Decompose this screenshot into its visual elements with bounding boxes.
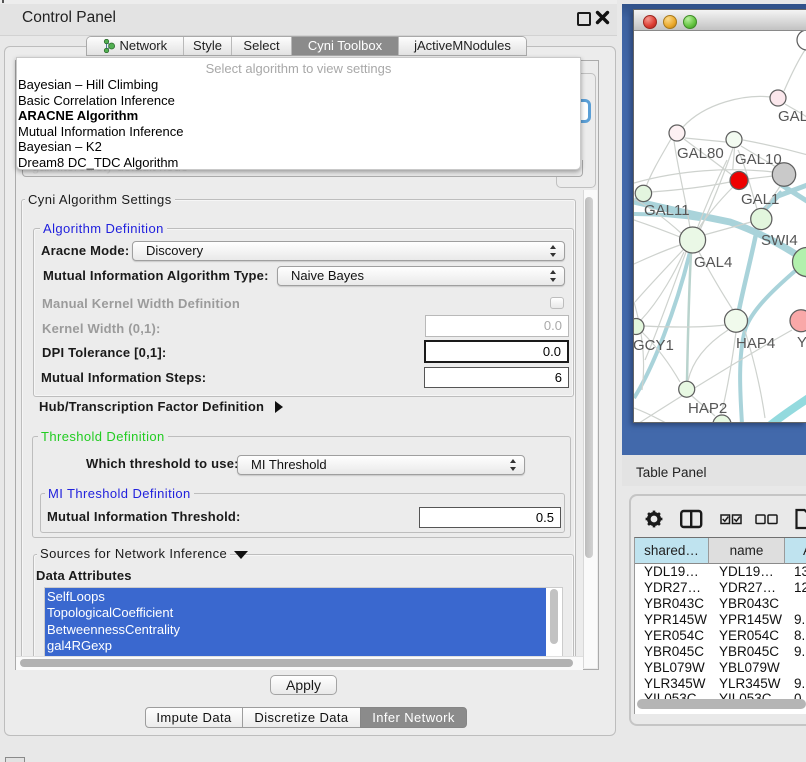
- svg-text:SWI4: SWI4: [761, 232, 798, 249]
- svg-text:GCY1: GCY1: [634, 337, 674, 354]
- svg-text:GAL11: GAL11: [644, 202, 690, 219]
- svg-text:HAP4: HAP4: [736, 335, 775, 352]
- svg-text:GAL80: GAL80: [677, 145, 724, 162]
- svg-text:GAL1: GAL1: [741, 191, 779, 208]
- svg-text:HAP2: HAP2: [688, 400, 727, 417]
- svg-text:GAL10: GAL10: [735, 151, 782, 168]
- svg-text:Y: Y: [797, 334, 806, 351]
- svg-text:GAL: GAL: [778, 108, 806, 125]
- svg-text:GAL4: GAL4: [694, 254, 732, 271]
